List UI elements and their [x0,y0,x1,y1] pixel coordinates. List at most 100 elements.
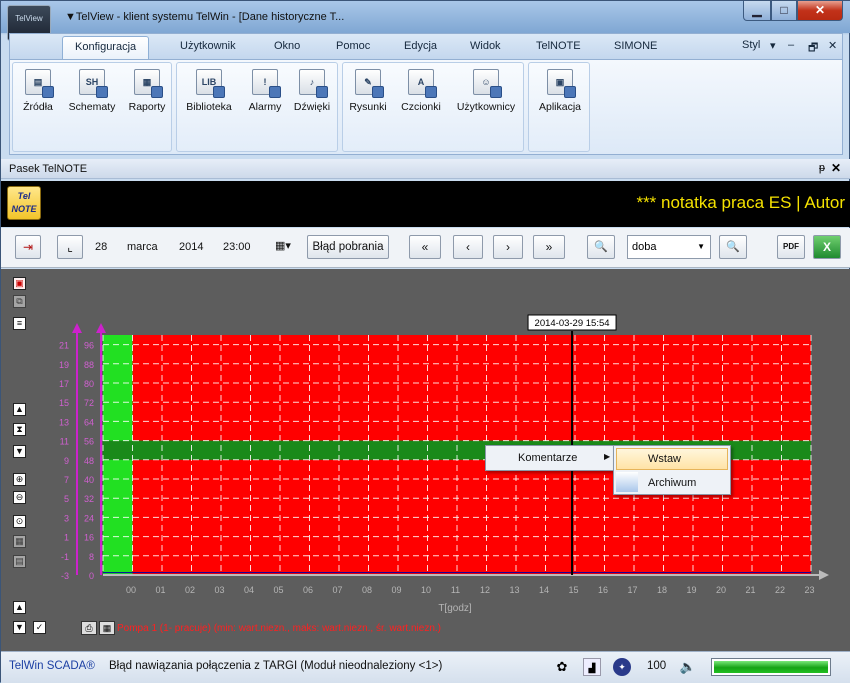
y-tick-left: 19 [59,360,69,370]
speaker-icon[interactable]: 🔈 [679,658,697,676]
x-tick-label: 14 [539,585,549,595]
x-tick-label: 18 [657,585,667,595]
date-time[interactable]: 23:00 [223,241,251,253]
history-toolbar: ⇥ ⌞ 28 marca 2014 23:00 ▦▾ Błąd pobrania… [1,228,850,268]
first-page-button[interactable]: « [409,235,441,259]
mdi-close-icon[interactable]: ✕ [828,39,837,52]
biblioteka-button[interactable]: LIB Biblioteka [179,69,239,113]
close-button[interactable]: ✕ [797,1,843,21]
x-tick-label: 03 [214,585,224,595]
rysunki-button[interactable]: ✎ Rysunki [345,69,391,113]
cursor-label: 2014-03-29 15:54 [535,318,610,329]
telnote-ticker-bar: Tel NOTE *** notatka praca ES | Autor [1,181,850,227]
settings-icon[interactable]: ✿ [553,658,571,676]
raporty-button[interactable]: ▦ Raporty [123,69,171,113]
title-bar: TelView ▼TelView - klient systemu TelWin… [1,1,850,44]
y-tick-left: -3 [61,571,69,581]
y-tick-left: 15 [59,398,69,408]
y-tick-right: 8 [89,552,94,562]
czcionki-button[interactable]: A Czcionki [395,69,447,113]
y-tick-right: 24 [84,513,94,523]
ribbon-group-graphics: ✎ Rysunki A Czcionki ☺ Użytkownicy [342,62,524,152]
legend-table-icon[interactable]: ▦ [99,621,115,635]
date-day[interactable]: 28 [95,241,107,253]
ribbon-tabs: Konfiguracja Użytkownik Okno Pomoc Edycj… [9,33,843,60]
context-item-archiwum[interactable]: Archiwum [648,477,696,489]
progress-fill [714,661,828,673]
tab-uzytkownik[interactable]: Użytkownik [180,40,236,52]
context-item-komentarze[interactable]: Komentarze [518,452,577,464]
download-error-button[interactable]: Błąd pobrania [307,235,389,259]
alarmy-button[interactable]: ! Alarmy [243,69,287,113]
y-tick-left: 5 [64,494,69,504]
library-icon: LIB [196,69,225,98]
context-item-wstaw[interactable]: Wstaw [648,453,681,465]
tab-edycja[interactable]: Edycja [404,40,437,52]
reports-icon: ▦ [134,69,163,98]
legend-series-text[interactable]: Pompa 1 (1- pracuje) (min: wart.niezn., … [117,623,441,634]
x-tick-label: 00 [126,585,136,595]
sources-icon: ▤ [25,69,54,98]
panel-close-icon[interactable]: ✕ [831,161,841,175]
pin-icon[interactable]: ᵽ [819,162,825,174]
mdi-restore-icon[interactable]: 🗗 [808,39,818,58]
history-plot-area: ▣ ⧉ ≡ ▲ ⧗ ▼ ⊕ ⊖ ⊙ ▦ ▤ ▲ ▼ ✓ 21 19 17 15 13 11… [1,269,850,651]
telnote-ticker-text[interactable]: *** notatka praca ES | Autor [636,193,845,213]
y-tick-right: 40 [84,475,94,485]
x-tick-label: 07 [332,585,342,595]
y-tick-left: 11 [60,437,69,447]
panel-title: Pasek TelNOTE [9,163,88,175]
schematy-button[interactable]: SH Schematy [65,69,119,113]
x-tick-label: 13 [509,585,519,595]
excel-export-icon[interactable]: X [813,235,841,259]
submenu-icon-strip [616,472,638,492]
tab-simone[interactable]: SIMONE [614,40,657,52]
x-tick-label: 04 [244,585,254,595]
x-axis-arrow [819,570,829,580]
minimize-button[interactable]: ▁ [743,1,771,21]
pdf-export-icon[interactable]: PDF [777,235,805,259]
fonts-icon: A [408,69,437,98]
y-tick-left: 7 [64,475,69,485]
previous-button[interactable]: ‹ [453,235,483,259]
style-dropdown-icon[interactable]: ▾ [770,39,776,52]
chart-type-icon[interactable]: ⌞ [57,235,83,259]
legend-print-icon[interactable]: ⎙ [81,621,97,635]
aplikacja-button[interactable]: ▣ Aplikacja [533,69,587,113]
y-tick-right: 48 [84,456,94,466]
tab-widok[interactable]: Widok [470,40,501,52]
tab-konfiguracja[interactable]: Konfiguracja [62,36,150,60]
y-tick-right: 56 [84,437,94,447]
schematics-icon: SH [79,69,108,98]
date-year[interactable]: 2014 [179,241,203,253]
last-page-button[interactable]: » [533,235,565,259]
chart-icon[interactable]: ▟ [583,658,601,676]
mdi-minimize-icon[interactable]: ‒ [788,39,794,51]
status-brand: TelWin SCADA® [9,660,95,672]
range-select[interactable]: doba ▼ [627,235,711,259]
calendar-dropdown-icon[interactable]: ▦▾ [275,239,291,252]
style-menu[interactable]: Styl [742,39,760,51]
zoom-in-icon[interactable]: 🔍 [587,235,615,259]
x-tick-label: 21 [745,585,755,595]
date-month[interactable]: marca [127,241,158,253]
y-tick-right: 72 [84,398,94,408]
y-tick-right: 88 [84,360,94,370]
telwin-icon[interactable]: ✦ [613,658,631,676]
uzytkownicy-button[interactable]: ☺ Użytkownicy [451,69,521,113]
ribbon-group-resources: LIB Biblioteka ! Alarmy ♪ Dźwięki [176,62,338,152]
zrodla-button[interactable]: ▤ Źródła [17,69,59,113]
tab-pomoc[interactable]: Pomoc [336,40,370,52]
exit-icon[interactable]: ⇥ [15,235,41,259]
tab-okno[interactable]: Okno [274,40,300,52]
y-tick-right: 16 [84,533,94,543]
dzwieki-button[interactable]: ♪ Dźwięki [289,69,335,113]
ribbon-group-application: ▣ Aplikacja [528,62,590,152]
next-button[interactable]: › [493,235,523,259]
telnote-logo[interactable]: Tel NOTE [7,186,41,220]
y-tick-right: 96 [84,341,94,351]
tab-telnote[interactable]: TelNOTE [536,40,581,52]
maximize-button[interactable]: □ [771,1,797,21]
zoom-out-icon[interactable]: 🔍 [719,235,747,259]
application-icon: ▣ [547,69,576,98]
